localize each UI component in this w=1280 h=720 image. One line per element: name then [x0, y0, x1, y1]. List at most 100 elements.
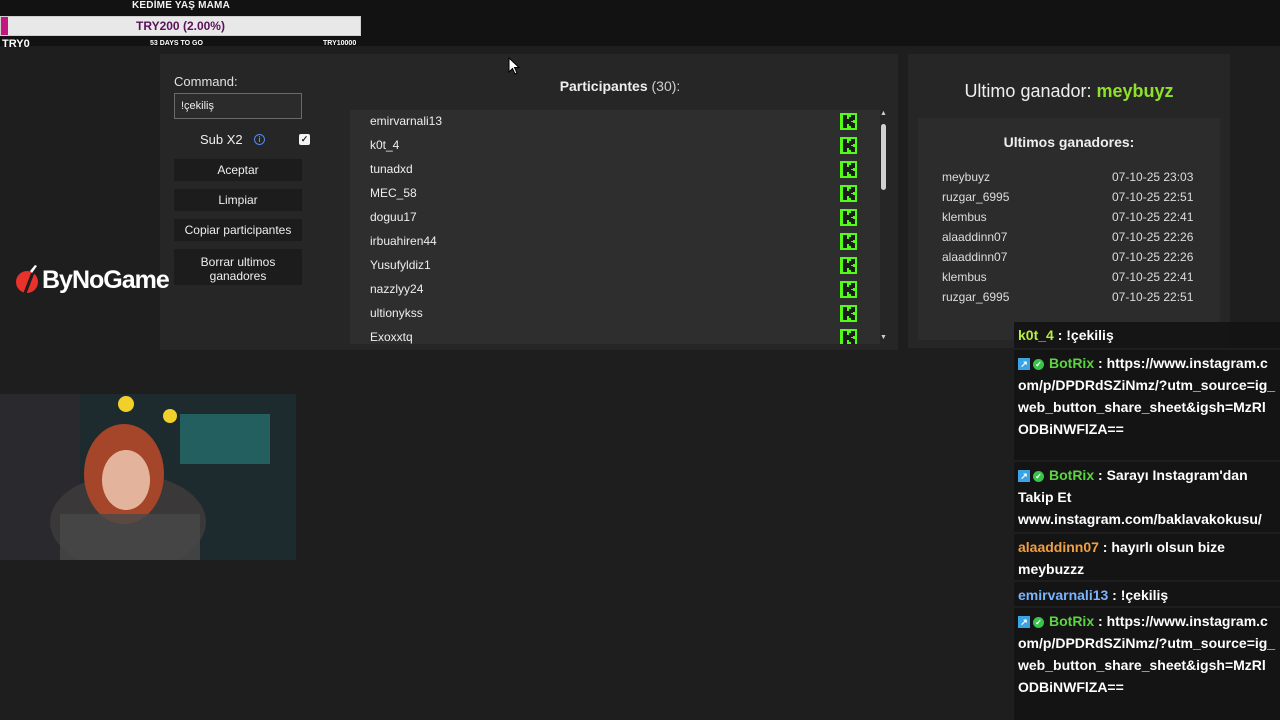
chat-username: emirvarnali13 — [1018, 587, 1109, 603]
chat-text: : !çekiliş — [1108, 587, 1169, 603]
winner-row-time: 07-10-25 22:41 — [1112, 270, 1194, 284]
winner-row: ruzgar_6995 07-10-25 22:51 — [942, 190, 1220, 210]
winner-row-time: 07-10-25 23:03 — [1112, 170, 1194, 184]
chat-username: BotRix — [1049, 467, 1095, 483]
webcam-feed — [0, 394, 296, 560]
winner-row: klembus 07-10-25 22:41 — [942, 270, 1220, 290]
winner-row: alaaddinn07 07-10-25 22:26 — [942, 250, 1220, 270]
moderator-badge-icon: ↗ — [1018, 616, 1030, 629]
list-item[interactable]: nazzlyy24 — [350, 278, 858, 302]
list-item[interactable]: tunadxd — [350, 158, 858, 182]
last-winner-heading: Ultimo ganador: meybuyz — [908, 81, 1230, 102]
kick-icon — [840, 257, 857, 274]
recent-winners-title: Ultimos ganadores: — [1003, 134, 1135, 150]
faded-chat-remnant — [1018, 212, 1218, 234]
winner-row-name: klembus — [942, 270, 987, 284]
giveaway-panel: Command: Sub X2 i ✓ Aceptar Limpiar Copi… — [160, 54, 898, 350]
logo-mark-icon — [16, 265, 38, 295]
participants-list[interactable]: emirvarnali13 k0t_4 tunadxd MEC_58 doguu… — [350, 110, 880, 344]
scroll-down-icon[interactable]: ▼ — [880, 334, 887, 341]
chat-message: ↗ ✓ BotRix : Sarayı Instagram'dan Takip Et… — [1014, 462, 1280, 532]
participant-name: emirvarnali13 — [370, 114, 443, 128]
verified-badge-icon: ✓ — [1033, 470, 1044, 482]
clear-button[interactable]: Limpiar — [174, 189, 302, 211]
participants-scrollbar[interactable]: ▲ ▼ — [878, 110, 890, 344]
winner-row-name: ruzgar_6995 — [942, 190, 1010, 204]
kick-icon — [840, 305, 857, 322]
mouse-cursor-icon — [508, 57, 520, 75]
donation-goal: KEDİME YAŞ MAMA TRY200 (2.00%) TRY0 53 D… — [0, 0, 362, 50]
kick-icon — [840, 233, 857, 250]
participant-name: irbuahiren44 — [370, 234, 437, 248]
winner-row-name: klembus — [942, 210, 987, 224]
chat-message: ↗ ✓ BotRix : https://www.instagram.com/p/D… — [1014, 608, 1280, 720]
participant-name: nazzlyy24 — [370, 282, 424, 296]
list-item[interactable]: doguu17 — [350, 206, 858, 230]
participant-name: k0t_4 — [370, 138, 400, 152]
kick-icon — [840, 185, 857, 202]
winner-row-name: meybuyz — [942, 170, 991, 184]
chat-username: BotRix — [1049, 613, 1095, 629]
winner-row: meybuyz 07-10-25 23:03 — [942, 170, 1220, 190]
logo-text: ByNoGame — [42, 266, 170, 294]
chat-message: ↗ ✓ BotRix : https://www.instagram.com/p/D… — [1014, 350, 1280, 460]
list-item[interactable]: Exoxxtq — [350, 326, 858, 344]
scrollbar-thumb[interactable] — [881, 124, 886, 190]
goal-start-label: TRY0 — [2, 38, 30, 50]
winner-row-time: 07-10-25 22:51 — [1112, 190, 1194, 204]
chat-username: k0t_4 — [1018, 327, 1054, 343]
list-item[interactable]: emirvarnali13 — [350, 110, 858, 134]
verified-badge-icon: ✓ — [1033, 358, 1044, 370]
moderator-badge-icon: ↗ — [1018, 470, 1030, 483]
winner-row: ruzgar_6995 07-10-25 22:51 — [942, 290, 1220, 310]
participant-name: Yusufyldiz1 — [370, 258, 431, 272]
chat-message: alaaddinn07 : hayırlı olsun bize meybuzz… — [1014, 534, 1280, 580]
kick-icon — [840, 161, 857, 178]
participant-name: MEC_58 — [370, 186, 417, 200]
accept-button[interactable]: Aceptar — [174, 159, 302, 181]
info-icon[interactable]: i — [254, 134, 265, 145]
list-item[interactable]: ultionykss — [350, 302, 858, 326]
moderator-badge-icon: ↗ — [1018, 358, 1030, 371]
participant-name: doguu17 — [370, 210, 417, 224]
kick-icon — [840, 137, 857, 154]
kick-icon — [840, 113, 857, 130]
sponsor-logo: ByNoGame — [14, 264, 184, 298]
participants-label: Participantes — [559, 78, 648, 94]
list-item[interactable]: Yusufyldiz1 — [350, 254, 858, 278]
goal-days-left: 53 DAYS TO GO — [150, 40, 203, 47]
verified-badge-icon: ✓ — [1033, 616, 1044, 628]
chat-message: emirvarnali13 : !çekiliş — [1014, 582, 1280, 606]
chat-overlay: k0t_4 : !çekiliş ↗ ✓ BotRix : https://www.… — [1014, 322, 1280, 720]
delete-winners-button[interactable]: Borrar ultimos ganadores — [174, 249, 302, 285]
chat-text: : !çekiliş — [1053, 327, 1114, 343]
list-item[interactable]: MEC_58 — [350, 182, 858, 206]
participant-name: Exoxxtq — [370, 330, 413, 344]
winner-row-name: alaaddinn07 — [942, 250, 1008, 264]
winner-panel: Ultimo ganador: meybuyz Ultimos ganadore… — [908, 54, 1230, 348]
goal-target-label: TRY10000 — [323, 40, 357, 47]
chat-username: BotRix — [1049, 355, 1095, 371]
participant-name: ultionykss — [370, 306, 423, 320]
participants-title: Participantes (30): — [350, 78, 890, 94]
participants-count: (30): — [651, 78, 681, 94]
webcam-image — [0, 394, 296, 560]
list-item[interactable]: k0t_4 — [350, 134, 858, 158]
goal-title: KEDİME YAŞ MAMA — [131, 0, 230, 11]
sub-x2-label: Sub X2 — [200, 132, 243, 147]
scroll-up-icon[interactable]: ▲ — [880, 110, 887, 117]
goal-progress-bar: TRY200 (2.00%) — [0, 16, 361, 36]
command-input[interactable] — [174, 93, 302, 119]
list-item[interactable]: irbuahiren44 — [350, 230, 858, 254]
sub-x2-checkbox[interactable]: ✓ — [299, 134, 310, 145]
winner-row-name: alaaddinn07 — [942, 230, 1008, 244]
winner-row-name: ruzgar_6995 — [942, 290, 1010, 304]
winner-row-time: 07-10-25 22:26 — [1112, 250, 1194, 264]
kick-icon — [840, 281, 857, 298]
kick-icon — [840, 209, 857, 226]
kick-icon — [840, 329, 857, 344]
last-winner-label: Ultimo ganador: — [964, 81, 1092, 101]
copy-participants-button[interactable]: Copiar participantes — [174, 219, 302, 241]
sub-x2-row: Sub X2 i ✓ — [174, 132, 312, 150]
winner-row-time: 07-10-25 22:51 — [1112, 290, 1194, 304]
